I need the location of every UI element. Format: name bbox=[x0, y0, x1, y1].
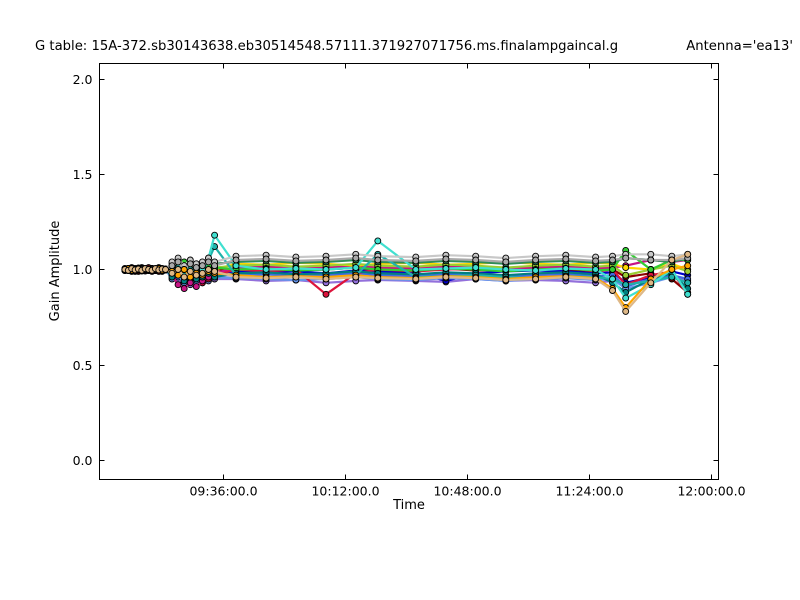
x-tick-label: 10:12:00.0 bbox=[311, 484, 379, 499]
series-marker-sol-yellowgreen bbox=[684, 267, 692, 275]
series-marker-sol-tan bbox=[174, 266, 182, 273]
series-marker-sol-tan bbox=[198, 269, 206, 277]
series-marker-sol-tan bbox=[162, 266, 169, 273]
series-marker-sol-turquoise bbox=[472, 264, 480, 272]
x-tick-label: 10:48:00.0 bbox=[433, 484, 501, 499]
series-marker-sol-darkgray bbox=[262, 255, 270, 263]
series-marker-sol-turquoise bbox=[412, 266, 420, 273]
series-marker-sol-tan bbox=[647, 279, 655, 287]
series-marker-sol-orange bbox=[186, 273, 194, 281]
series-marker-sol-turquoise bbox=[262, 266, 270, 273]
series-marker-sol-tan bbox=[684, 250, 692, 258]
series-marker-sol-magenta bbox=[192, 283, 200, 291]
series-marker-sol-darkgray bbox=[292, 257, 300, 265]
series-marker-sol-tan bbox=[352, 273, 360, 281]
series-marker-sol-yellowgreen bbox=[622, 271, 630, 279]
series-marker-sol-tan bbox=[192, 271, 200, 279]
series-marker-sol-tan bbox=[502, 276, 510, 284]
y-tick-label: 1.0 bbox=[73, 262, 93, 277]
x-axis-label: Time bbox=[393, 498, 425, 513]
series-marker-sol-turquoise bbox=[562, 265, 570, 272]
series-marker-sol-tan bbox=[322, 275, 330, 283]
series-marker-sol-tan bbox=[186, 267, 194, 275]
series-marker-sol-turquoise bbox=[592, 266, 600, 273]
series-marker-sol-turquoise bbox=[609, 275, 616, 283]
series-marker-sol-turquoise bbox=[502, 266, 510, 273]
series-marker-sol-darkgray bbox=[186, 260, 194, 268]
series-marker-sol-darkgray bbox=[622, 254, 630, 262]
series-marker-sol-tan bbox=[532, 275, 540, 283]
data-series-group bbox=[121, 231, 692, 315]
x-tick-label: 09:36:00.0 bbox=[189, 484, 257, 499]
series-marker-sol-tan bbox=[292, 273, 300, 281]
series-marker-sol-orange bbox=[684, 262, 692, 270]
series-marker-sol-turquoise bbox=[232, 262, 240, 270]
series-marker-sol-darkgray bbox=[232, 256, 240, 264]
series-marker-sol-crimson bbox=[322, 290, 330, 298]
series-marker-sol-tan bbox=[412, 275, 420, 283]
series-marker-sol-tan bbox=[211, 267, 219, 275]
series-marker-sol-tan bbox=[442, 273, 450, 281]
series-marker-sol-tan bbox=[562, 273, 570, 281]
series-marker-sol-darkgray bbox=[352, 254, 360, 262]
series-marker-sol-darkgray bbox=[442, 255, 450, 263]
series-marker-sol-darkgray bbox=[647, 256, 655, 264]
series-marker-sol-darkgray bbox=[502, 258, 510, 266]
series-marker-sol-darkgray bbox=[532, 256, 540, 264]
series-marker-sol-darkgray bbox=[198, 262, 206, 270]
series-marker-sol-turquoise bbox=[322, 266, 330, 273]
series-marker-sol-darkgray bbox=[592, 257, 600, 265]
y-tick-label: 2.0 bbox=[73, 72, 93, 87]
series-marker-sol-darkgray bbox=[562, 255, 570, 263]
series-marker-sol-turquoise bbox=[211, 231, 219, 239]
series-marker-sol-darkgray bbox=[211, 262, 219, 270]
series-marker-sol-darkgray bbox=[609, 256, 616, 264]
series-marker-sol-lightseagreen bbox=[622, 281, 630, 289]
series-marker-sol-turquoise bbox=[532, 267, 540, 274]
series-marker-sol-orange bbox=[668, 266, 676, 273]
series-marker-sol-tan bbox=[668, 256, 676, 264]
series-marker-sol-magenta bbox=[180, 285, 188, 293]
series-marker-sol-turquoise bbox=[292, 265, 300, 272]
y-tick-label: 0.5 bbox=[73, 358, 93, 373]
series-marker-sol-lightseagreen bbox=[668, 273, 676, 281]
series-marker-sol-lightseagreen bbox=[684, 279, 692, 287]
series-marker-sol-darkgray bbox=[412, 257, 420, 265]
series-marker-sol-gold bbox=[622, 264, 630, 272]
series-marker-sol-turquoise bbox=[622, 294, 630, 302]
series-marker-sol-limegreen bbox=[609, 266, 616, 273]
series-marker-sol-turquoise bbox=[684, 290, 692, 298]
series-marker-sol-darkgray bbox=[374, 256, 382, 264]
series-marker-sol-tan bbox=[232, 273, 240, 281]
series-marker-sol-darkgray bbox=[205, 258, 212, 266]
series-marker-sol-tan bbox=[205, 266, 212, 273]
series-marker-sol-tan bbox=[262, 274, 270, 282]
y-tick-label: 1.5 bbox=[73, 167, 93, 182]
y-axis-label: Gain Amplitude bbox=[48, 220, 63, 322]
series-marker-sol-limegreen bbox=[647, 266, 655, 273]
series-marker-sol-darkgray bbox=[472, 256, 480, 264]
series-marker-sol-tan bbox=[472, 274, 480, 282]
y-tick-label: 0.0 bbox=[73, 453, 93, 468]
series-marker-sol-magenta bbox=[186, 279, 194, 287]
series-marker-sol-darkgray bbox=[168, 262, 176, 270]
series-marker-sol-tan bbox=[592, 275, 600, 283]
series-marker-sol-tan bbox=[168, 269, 176, 277]
series-marker-sol-tan bbox=[180, 273, 188, 281]
series-marker-sol-tan bbox=[609, 287, 616, 294]
x-tick-label: 12:00:00.0 bbox=[677, 484, 745, 499]
series-marker-sol-turquoise bbox=[442, 265, 450, 272]
series-marker-sol-darkgray bbox=[174, 258, 182, 266]
series-marker-sol-magenta bbox=[174, 281, 182, 289]
series-marker-sol-tan bbox=[622, 307, 630, 315]
series-marker-sol-turquoise bbox=[352, 264, 360, 272]
series-marker-sol-orange bbox=[180, 266, 188, 273]
series-marker-sol-darkgray bbox=[322, 256, 330, 264]
x-tick-label: 11:24:00.0 bbox=[555, 484, 623, 499]
series-marker-sol-turquoise bbox=[374, 237, 382, 245]
series-marker-sol-silver bbox=[647, 250, 655, 258]
series-marker-sol-darkgray bbox=[192, 264, 200, 272]
series-marker-sol-tan bbox=[374, 274, 382, 282]
